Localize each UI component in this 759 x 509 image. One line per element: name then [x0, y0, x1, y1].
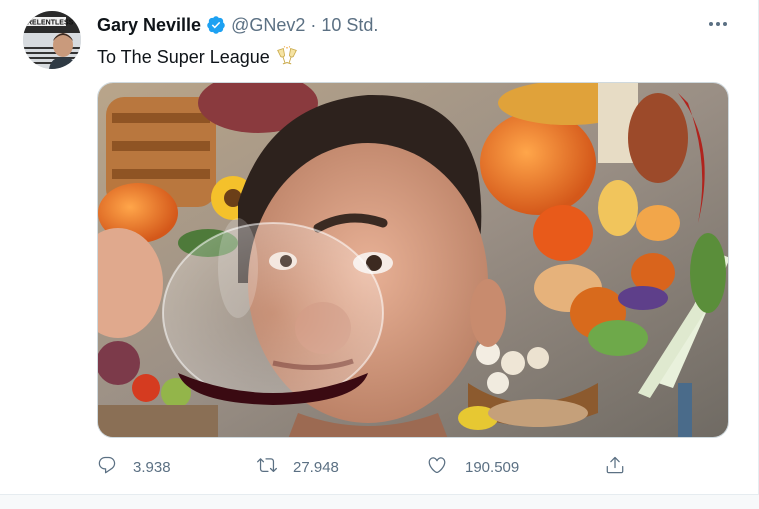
verified-badge-icon: [206, 15, 226, 35]
author-handle[interactable]: @GNev2: [231, 14, 305, 36]
author-name[interactable]: Gary Neville: [97, 14, 201, 36]
photo: [98, 83, 728, 437]
reply-button[interactable]: 3.938: [97, 452, 171, 482]
dot: [709, 22, 713, 26]
avatar-logo-text: RELENTLESS: [27, 20, 74, 27]
tweet-media-photo[interactable]: [97, 82, 729, 438]
divider: [0, 494, 759, 509]
retweet-icon: [257, 455, 277, 479]
heart-icon: [427, 455, 447, 479]
share-icon: [605, 455, 625, 479]
retweet-button[interactable]: 27.948: [257, 452, 339, 482]
clinking-glasses-icon: [276, 46, 298, 68]
dot: [723, 22, 727, 26]
tweet-text: To The Super League: [97, 45, 298, 69]
like-count: 190.509: [465, 458, 520, 476]
avatar[interactable]: RELENTLESS: [23, 11, 81, 69]
retweet-count: 27.948: [293, 458, 339, 476]
tweet-header: Gary Neville @GNev2 · 10 Std.: [97, 14, 378, 36]
tweet[interactable]: RELENTLESS Gary Neville @GNev2 · 10 Std.: [0, 0, 759, 509]
tweet-actions: 3.938 27.948 190.509: [97, 452, 637, 482]
like-button[interactable]: 190.509: [427, 452, 519, 482]
separator: ·: [310, 15, 317, 35]
more-dots-icon[interactable]: [704, 12, 732, 36]
dot: [716, 22, 720, 26]
avatar-image: RELENTLESS: [23, 11, 81, 69]
share-button[interactable]: [605, 452, 625, 482]
reply-count: 3.938: [133, 458, 171, 476]
tweet-text-content: To The Super League: [97, 47, 270, 67]
timestamp[interactable]: 10 Std.: [321, 14, 378, 36]
reply-icon: [97, 455, 117, 479]
